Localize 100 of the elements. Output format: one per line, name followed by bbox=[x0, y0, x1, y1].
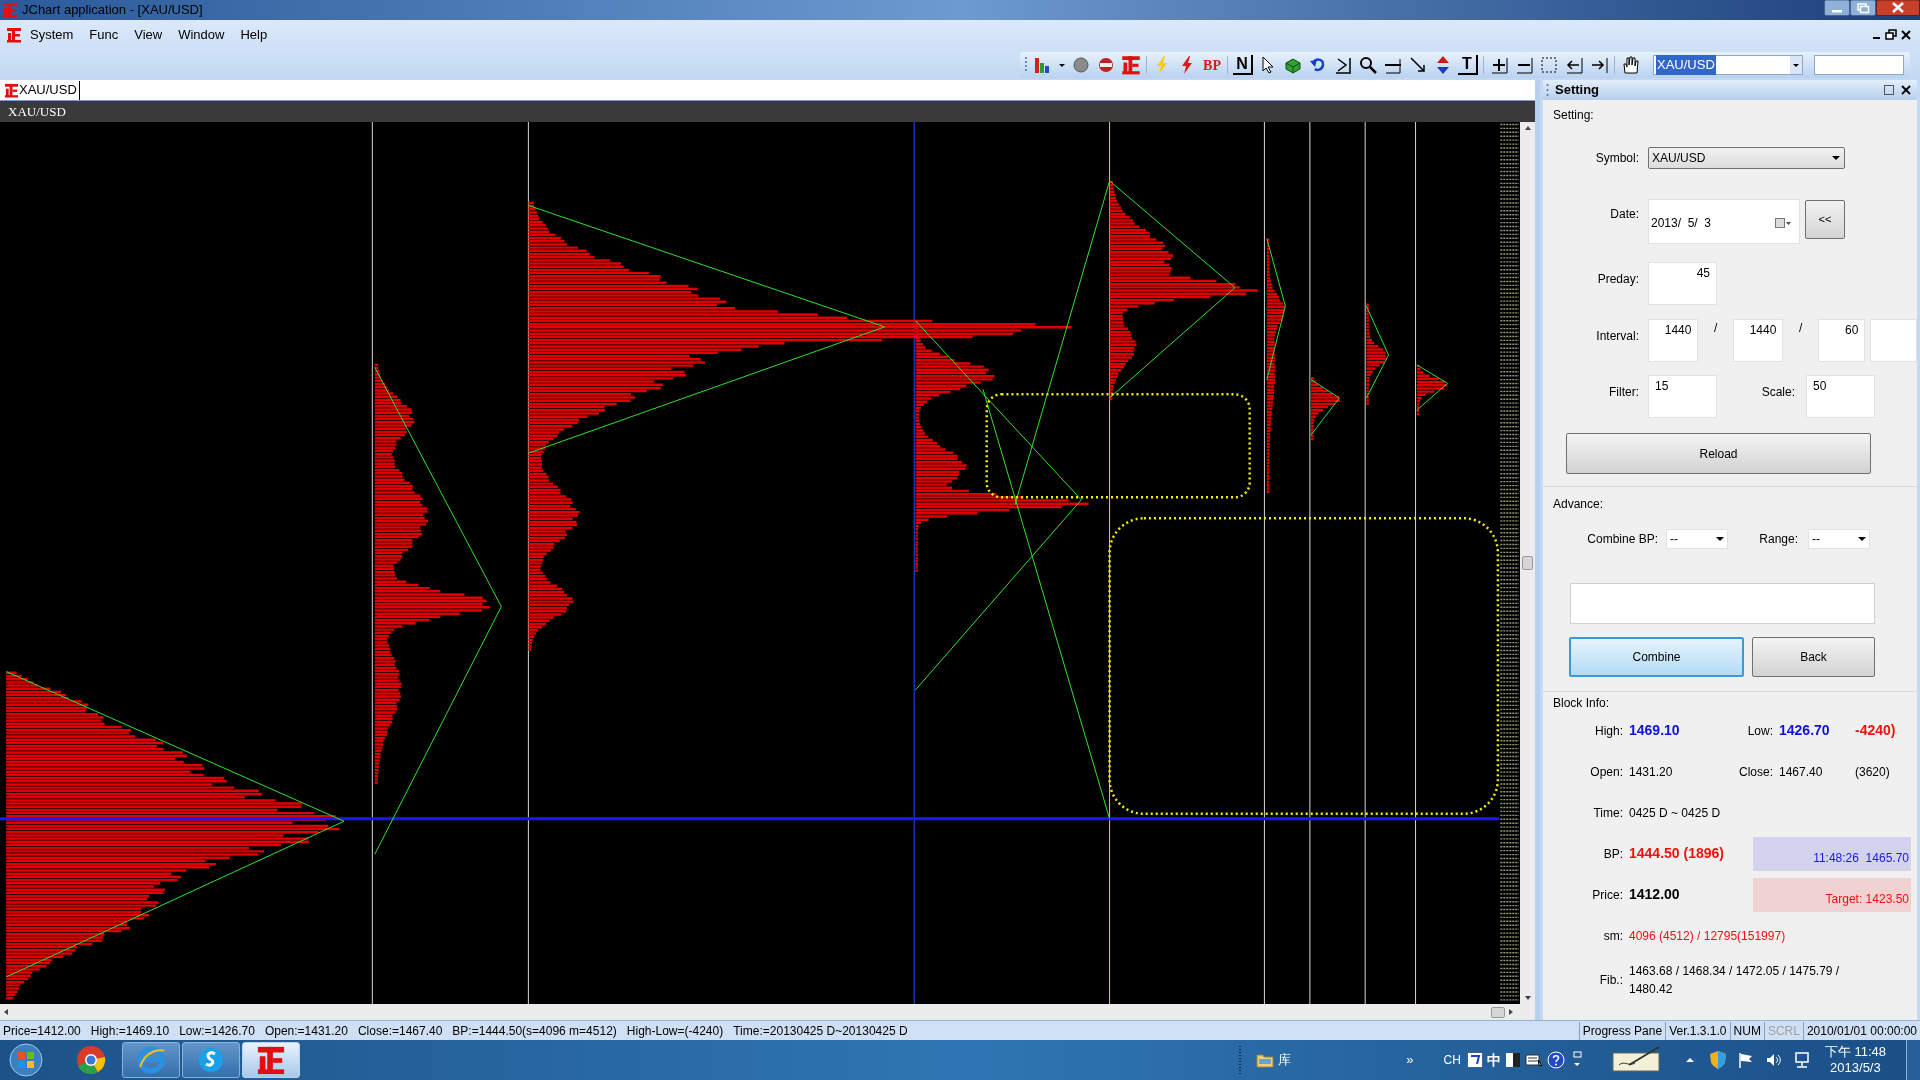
menu-item[interactable]: Window bbox=[170, 24, 233, 46]
field-label: Preday: bbox=[1596, 271, 1639, 288]
field-label: Close: bbox=[1739, 763, 1773, 781]
combine-button[interactable]: Combine bbox=[1569, 637, 1744, 677]
toolbar-button[interactable]: T bbox=[1458, 55, 1478, 75]
field-value: 1463.68 / 1468.34 / 1472.05 / 1475.79 / 1480.42 bbox=[1629, 963, 1841, 998]
keyboard-icon[interactable] bbox=[1524, 1052, 1543, 1068]
field-label: BP: bbox=[1602, 845, 1623, 863]
chat-app-icon[interactable] bbox=[196, 1045, 226, 1075]
horizontal-scrollbar[interactable] bbox=[0, 1004, 1535, 1020]
caret-icon bbox=[1790, 56, 1802, 74]
field-value: 1426.70 bbox=[1779, 721, 1831, 740]
scroll-thumb[interactable] bbox=[1522, 556, 1533, 570]
language-indicator[interactable]: CH bbox=[1443, 1051, 1461, 1069]
section-heading: Advance: bbox=[1553, 497, 1605, 511]
menu-item[interactable]: System bbox=[22, 24, 82, 46]
section-heading: Setting: bbox=[1553, 108, 1595, 122]
flag-icon[interactable] bbox=[1736, 1051, 1755, 1069]
bracket-arrow-icon[interactable] bbox=[1333, 55, 1353, 75]
back-button[interactable]: << bbox=[1805, 200, 1845, 239]
hand-icon[interactable] bbox=[1620, 55, 1640, 75]
close-icon[interactable] bbox=[1899, 84, 1913, 96]
menu-item[interactable]: Func bbox=[81, 24, 127, 46]
menu-item[interactable]: Help bbox=[232, 24, 276, 46]
minimize-icon[interactable] bbox=[1824, 0, 1850, 16]
input-field[interactable]: 45 bbox=[1648, 262, 1717, 305]
app-logo-icon[interactable] bbox=[256, 1045, 286, 1075]
field-value: 1431.20 bbox=[1629, 763, 1674, 781]
app-logo-icon[interactable] bbox=[6, 27, 22, 43]
info-box: Target: 1423.50 bbox=[1753, 877, 1911, 912]
maximize-icon[interactable] bbox=[1883, 84, 1895, 96]
caret-icon bbox=[1832, 155, 1840, 161]
input-field[interactable]: 1440 bbox=[1732, 319, 1784, 362]
caret-icon bbox=[1858, 536, 1866, 542]
scroll-thumb[interactable] bbox=[1491, 1006, 1505, 1018]
search-icon[interactable] bbox=[1358, 55, 1378, 75]
caret-icon bbox=[1716, 536, 1724, 542]
trend-line bbox=[1365, 354, 1389, 399]
field-label: Fib.: bbox=[1598, 972, 1623, 989]
taskbar-toolbar-item[interactable]: 库 bbox=[1256, 1050, 1407, 1070]
vertical-scrollbar[interactable] bbox=[1520, 122, 1535, 1004]
dropdown[interactable]: -- bbox=[1808, 529, 1870, 549]
status-pane: 2010/01/01 00:00:00 bbox=[1802, 1021, 1920, 1040]
field-label: sm: bbox=[1602, 927, 1623, 945]
shield-icon[interactable] bbox=[1708, 1050, 1727, 1070]
symbol-combo-box[interactable]: XAU/USD bbox=[1653, 55, 1803, 75]
grip-icon bbox=[1024, 56, 1028, 74]
status-text: Price=1412.00 bbox=[3, 1022, 81, 1040]
document-tab[interactable]: XAU/USD bbox=[4, 80, 80, 100]
field-value: 1412.00 bbox=[1629, 885, 1681, 904]
volume-profile-histogram bbox=[1311, 377, 1341, 441]
menu-item[interactable]: View bbox=[126, 24, 171, 46]
reload-button[interactable]: Reload bbox=[1566, 433, 1871, 474]
toolbar-button[interactable]: N bbox=[1233, 55, 1253, 75]
input-field[interactable]: 15 bbox=[1648, 375, 1717, 418]
help-icon[interactable] bbox=[1546, 1051, 1565, 1069]
right-arrow-icon[interactable] bbox=[1589, 55, 1609, 75]
calendar-icon bbox=[1775, 217, 1791, 229]
clock[interactable]: 下午 11:48 2013/5/3 bbox=[1824, 1044, 1886, 1076]
globe-e-icon[interactable] bbox=[136, 1045, 166, 1075]
caret-up-icon[interactable] bbox=[1684, 1055, 1695, 1065]
diagonal-arrow-icon[interactable] bbox=[1408, 55, 1428, 75]
circle-icon[interactable] bbox=[1071, 55, 1091, 75]
toolbar-button[interactable]: BP bbox=[1202, 55, 1222, 75]
status-text: BP:=1444.50(s=4096 m=4512) bbox=[452, 1022, 617, 1040]
input-field[interactable]: 50 bbox=[1806, 375, 1875, 418]
window-title: JChart application - [XAU/USD] bbox=[22, 1, 203, 20]
field-label: Low: bbox=[1747, 722, 1773, 740]
input-field[interactable] bbox=[1870, 319, 1917, 362]
date-field[interactable]: 2013/ 5/ 3 bbox=[1648, 199, 1800, 244]
half-width-icon[interactable] bbox=[1504, 1052, 1521, 1068]
show-desktop-button[interactable] bbox=[1906, 1040, 1920, 1080]
symbol-dropdown[interactable]: XAU/USD bbox=[1648, 147, 1845, 169]
section-heading: Block Info: bbox=[1553, 696, 1611, 710]
maximize-icon[interactable] bbox=[1850, 0, 1876, 16]
ime-icon[interactable] bbox=[1466, 1052, 1483, 1068]
restore-icon[interactable] bbox=[1884, 28, 1898, 42]
input-field[interactable]: 1440 bbox=[1648, 319, 1699, 362]
close-icon[interactable] bbox=[1898, 28, 1914, 42]
status-pane: NUM bbox=[1729, 1021, 1764, 1040]
volume-profile-histogram bbox=[1416, 364, 1448, 416]
separator-text: / bbox=[1713, 320, 1719, 337]
dropdown[interactable]: -- bbox=[1666, 529, 1728, 549]
status-text: High-Low=(-4240) bbox=[626, 1022, 724, 1040]
minus-icon[interactable] bbox=[1514, 55, 1534, 75]
ime-mode-indicator[interactable]: 中 bbox=[1486, 1049, 1501, 1071]
selection-icon[interactable] bbox=[1539, 55, 1559, 75]
status-pane: Ver.1.3.1.0 bbox=[1665, 1021, 1730, 1040]
plus-icon[interactable] bbox=[1489, 55, 1509, 75]
overflow-chevron[interactable]: » bbox=[1406, 1050, 1414, 1070]
grip-icon bbox=[1546, 83, 1549, 97]
close-icon[interactable] bbox=[1876, 0, 1920, 16]
network-icon[interactable] bbox=[1792, 1051, 1811, 1069]
status-text: Close:=1467.40 bbox=[357, 1022, 443, 1040]
app-logo-icon[interactable] bbox=[1121, 55, 1141, 75]
back-button[interactable]: Back bbox=[1752, 637, 1875, 677]
left-arrow-icon[interactable] bbox=[1564, 55, 1584, 75]
text-field[interactable] bbox=[1814, 55, 1904, 75]
input-field[interactable]: 60 bbox=[1817, 319, 1866, 362]
restore-arrow-icon[interactable] bbox=[1570, 1051, 1583, 1069]
